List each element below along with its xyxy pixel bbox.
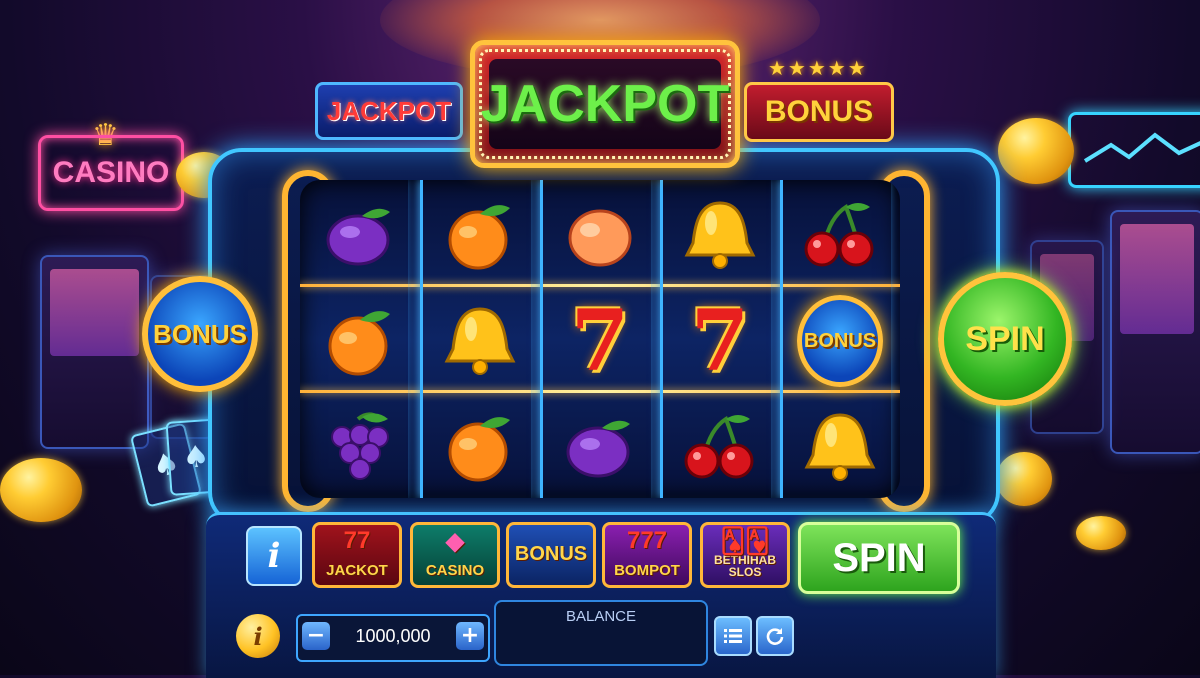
coin-icon bbox=[0, 458, 82, 522]
background-slot-machine-left bbox=[40, 255, 149, 449]
bell-symbol bbox=[677, 192, 763, 278]
spin-button-round[interactable]: SPIN bbox=[938, 272, 1072, 406]
bonus-sign-top: BONUS bbox=[744, 82, 894, 142]
bonus-button-left[interactable]: BONUS bbox=[142, 276, 258, 392]
plum-symbol bbox=[557, 404, 643, 490]
game-tile-casino[interactable]: ◆ CASINO bbox=[410, 522, 500, 588]
spin-button[interactable]: SPIN bbox=[798, 522, 960, 594]
reel-window: 7 7 BONUS bbox=[300, 180, 900, 498]
cherry-symbol bbox=[677, 404, 763, 490]
orange-symbol bbox=[437, 404, 523, 490]
game-tile-icon: 777 bbox=[626, 527, 668, 554]
orange-symbol bbox=[437, 192, 523, 278]
grapes-symbol bbox=[317, 404, 403, 490]
refresh-icon bbox=[766, 628, 784, 645]
seven-symbol: 7 bbox=[690, 291, 750, 390]
coin-icon bbox=[1076, 516, 1126, 550]
background-slot-machine-right bbox=[1110, 210, 1200, 454]
menu-list-button[interactable] bbox=[714, 616, 752, 656]
peach-symbol bbox=[557, 192, 643, 278]
game-tile-label: BETHIHAB SLOS bbox=[714, 552, 776, 580]
autoplay-button[interactable] bbox=[756, 616, 794, 656]
balance-label: BALANCE bbox=[565, 608, 637, 625]
info-button[interactable]: i bbox=[246, 526, 302, 586]
game-tile-icon: 🂡🂱 bbox=[720, 528, 770, 555]
decrease-bet-button[interactable]: − bbox=[302, 622, 330, 650]
game-tile-icon: ◆ bbox=[445, 528, 465, 555]
jackpot-sign-small: JACKPOT bbox=[315, 82, 463, 140]
game-tile-label: BOMPOT bbox=[614, 562, 680, 580]
cherry-symbol bbox=[797, 192, 883, 278]
balance-display: BALANCE bbox=[494, 600, 708, 666]
orange-symbol bbox=[317, 298, 403, 384]
game-tile-icon: 77 bbox=[343, 527, 371, 554]
info-coin-button[interactable]: i bbox=[236, 614, 280, 658]
game-tile-bompot[interactable]: 777 BOMPOT bbox=[602, 522, 692, 588]
game-tile-jackot[interactable]: 77 JACKOT bbox=[312, 522, 402, 588]
bonus-symbol-label: BONUS bbox=[797, 295, 883, 387]
seven-symbol: 7 bbox=[570, 291, 630, 390]
bell-symbol bbox=[437, 298, 523, 384]
bell-symbol bbox=[797, 404, 883, 490]
neon-casino-sign: CASINO bbox=[38, 135, 184, 211]
game-tile-label: BONUS bbox=[514, 543, 588, 565]
coin-icon bbox=[998, 118, 1074, 184]
jackpot-marquee-label: JACKPOT bbox=[481, 59, 729, 149]
bet-stepper: − 1000,000 + bbox=[296, 614, 490, 662]
game-tile-bethihab-slos[interactable]: 🂡🂱 BETHIHAB SLOS bbox=[700, 522, 790, 588]
neon-wave-sign bbox=[1068, 112, 1200, 188]
list-icon bbox=[724, 629, 742, 643]
jackpot-marquee: JACKPOT bbox=[470, 40, 740, 168]
bonus-symbol: BONUS bbox=[797, 295, 883, 387]
stars-decoration: ★★★★★ bbox=[768, 56, 868, 80]
increase-bet-button[interactable]: + bbox=[456, 622, 484, 650]
game-tile-label: JACKOT bbox=[326, 562, 388, 580]
coin-icon bbox=[996, 452, 1052, 506]
game-tile-bonus[interactable]: BONUS bbox=[506, 522, 596, 588]
bet-value: 1000,000 bbox=[355, 625, 431, 646]
plum-symbol bbox=[317, 192, 403, 278]
game-tile-label: CASINO bbox=[425, 562, 485, 580]
